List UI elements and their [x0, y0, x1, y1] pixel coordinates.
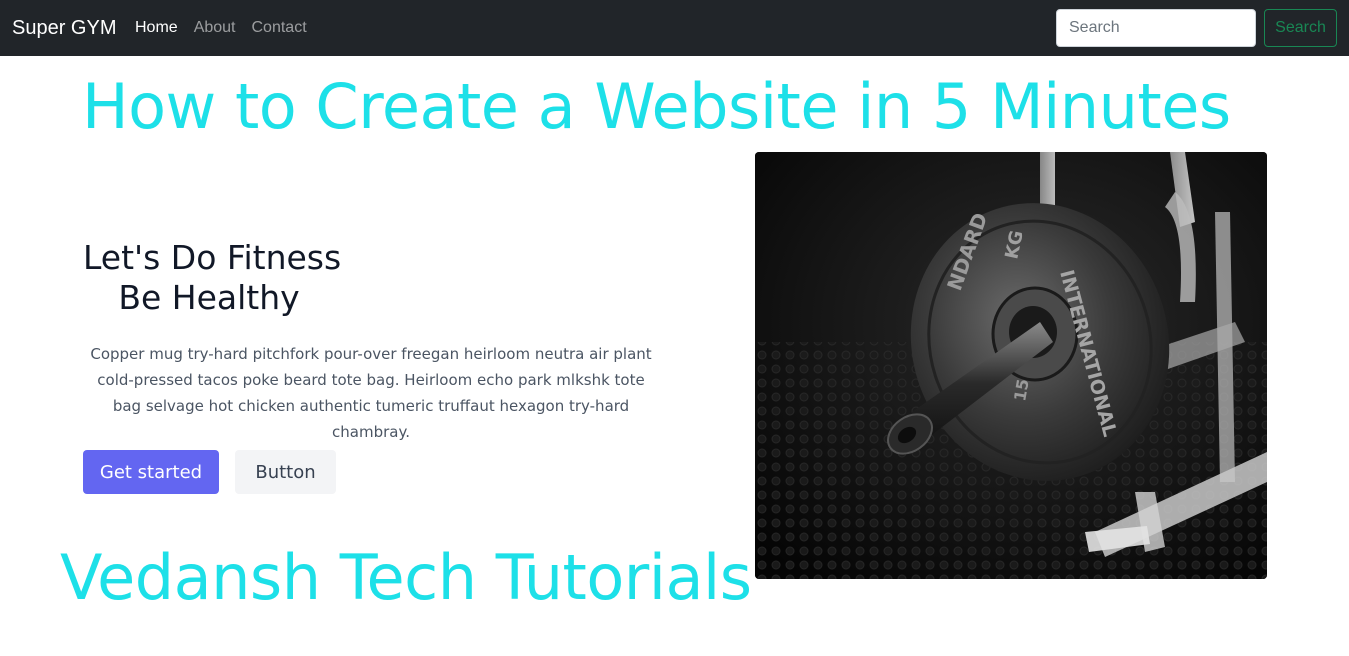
nav-link-contact[interactable]: Contact — [252, 17, 307, 39]
video-title-overlay: How to Create a Website in 5 Minutes — [82, 70, 1231, 143]
channel-name-overlay: Vedansh Tech Tutorials — [60, 541, 752, 614]
hero-title-line-1: Let's Do Fitness — [83, 238, 342, 277]
search-input[interactable] — [1056, 9, 1256, 47]
nav-links: Home About Contact — [135, 17, 307, 39]
nav-link-home[interactable]: Home — [135, 17, 178, 39]
hero-title-line-2: Be Healthy — [118, 278, 300, 317]
navbar: Super GYM Home About Contact Search — [0, 0, 1349, 56]
secondary-button[interactable]: Button — [235, 450, 336, 494]
search-button[interactable]: Search — [1264, 9, 1337, 47]
hero-description: Copper mug try-hard pitchfork pour-over … — [90, 345, 652, 441]
hero-image-barbell: NDARD KG INTERNATIONAL 15 — [755, 152, 1267, 579]
plate-text-number: 15 — [1010, 377, 1033, 402]
brand-logo[interactable]: Super GYM — [12, 15, 116, 41]
nav-link-about[interactable]: About — [194, 17, 236, 39]
hero-title: Let's Do Fitness Be Healthy — [83, 238, 342, 318]
get-started-button[interactable]: Get started — [83, 450, 219, 494]
